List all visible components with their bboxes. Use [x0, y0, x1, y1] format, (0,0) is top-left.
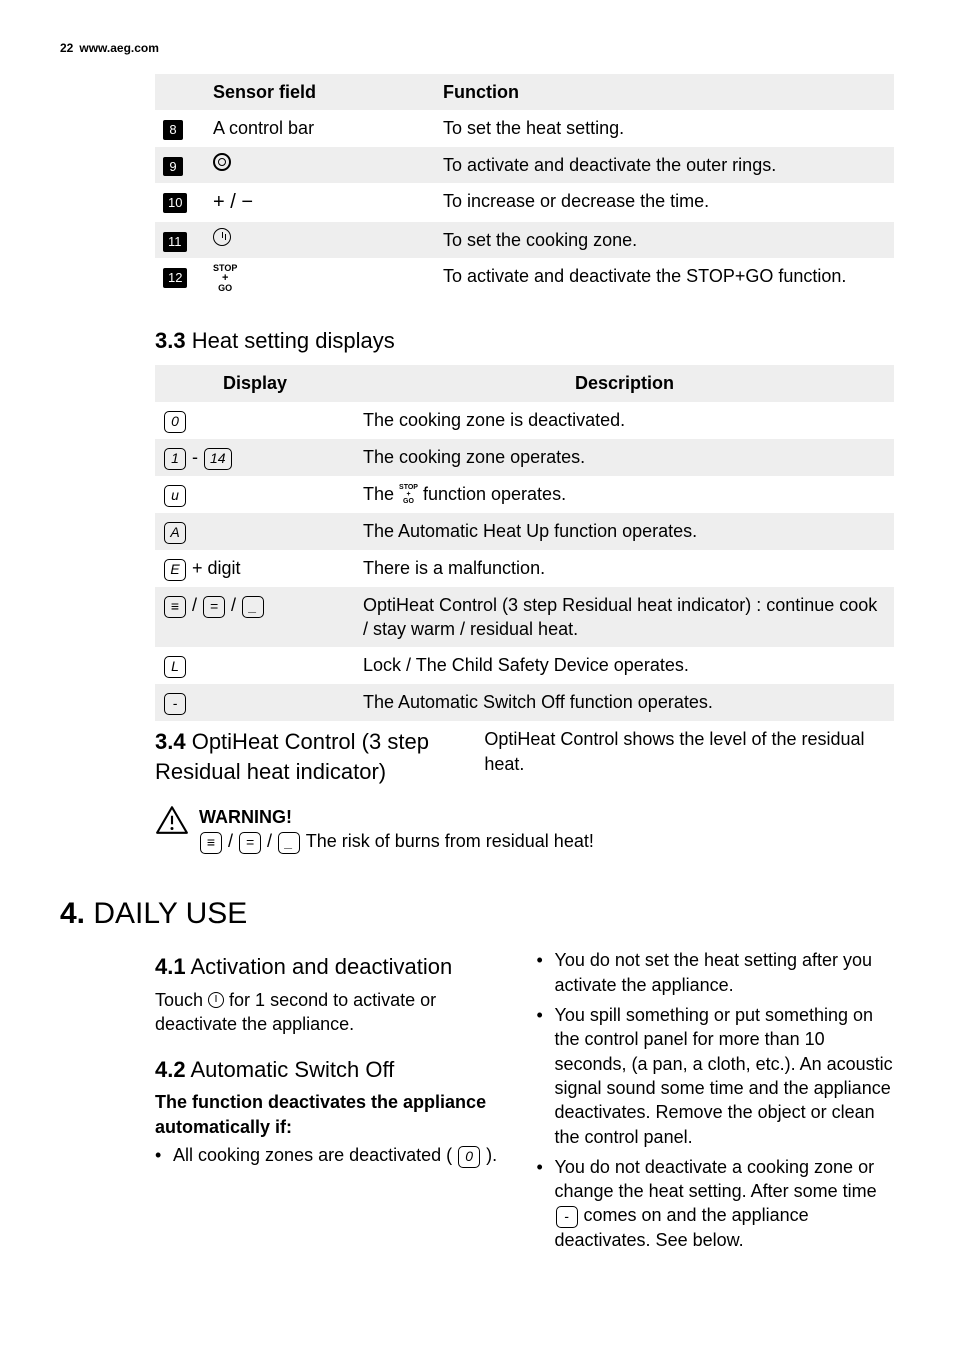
seg-display: 0	[164, 411, 186, 433]
row-number: 12	[163, 268, 187, 288]
seg-display: -	[164, 693, 186, 715]
col-sensor-header: Sensor field	[205, 74, 435, 110]
table-row: 12 STOP+GO To activate and deactivate th…	[155, 258, 894, 303]
bullet-list: All cooking zones are deactivated ( 0 ).	[155, 1143, 513, 1168]
warning-block: WARNING! ≡ / = / _ The risk of burns fro…	[155, 805, 894, 854]
table-row: 8 A control bar To set the heat setting.	[155, 110, 894, 146]
seg-display: =	[239, 832, 261, 854]
function-cell: To activate and deactivate the STOP+GO f…	[435, 258, 894, 303]
site-url: www.aeg.com	[79, 40, 159, 56]
seg-display: ≡	[200, 832, 222, 854]
page-number: 22	[60, 40, 73, 56]
section-3-4-heading: 3.4 OptiHeat Control (3 step Residual he…	[155, 727, 460, 786]
seg-display: 14	[204, 448, 232, 470]
col-function-header: Function	[435, 74, 894, 110]
table-row: - The Automatic Switch Off function oper…	[155, 684, 894, 721]
seg-display: ≡	[164, 596, 186, 618]
stop-go-icon: STOP+GO	[399, 484, 418, 505]
seg-display: 0	[458, 1146, 480, 1168]
page-header: 22 www.aeg.com	[60, 40, 894, 56]
row-number: 10	[163, 193, 187, 213]
table-row: 9 To activate and deactivate the outer r…	[155, 147, 894, 183]
display-table: Display Description 0 The cooking zone i…	[155, 365, 894, 721]
table-row: A The Automatic Heat Up function operate…	[155, 513, 894, 550]
clock-icon	[213, 228, 231, 246]
sensor-cell: + / −	[205, 183, 435, 222]
sensor-cell	[205, 222, 435, 258]
table-row: 1 - 14 The cooking zone operates.	[155, 439, 894, 476]
section-4-1-heading: 4.1 Activation and deactivation	[155, 952, 513, 982]
seg-display: _	[278, 832, 300, 854]
table-row: 10 + / − To increase or decrease the tim…	[155, 183, 894, 222]
desc-cell: The STOP+GO function operates.	[355, 476, 894, 513]
table-row: u The STOP+GO function operates.	[155, 476, 894, 513]
desc-cell: The cooking zone operates.	[355, 439, 894, 476]
sensor-field-table: Sensor field Function 8 A control bar To…	[155, 74, 894, 303]
row-number: 11	[163, 232, 187, 252]
outer-ring-icon	[213, 153, 231, 171]
seg-display: A	[164, 522, 186, 544]
list-item: You do not set the heat setting after yo…	[537, 948, 895, 997]
row-number: 8	[163, 120, 183, 140]
function-cell: To set the cooking zone.	[435, 222, 894, 258]
table-row: E + digit There is a malfunction.	[155, 550, 894, 587]
function-cell: To increase or decrease the time.	[435, 183, 894, 222]
desc-cell: The cooking zone is deactivated.	[355, 402, 894, 439]
chapter-4-heading: 4. DAILY USE	[60, 894, 894, 935]
seg-display: _	[242, 596, 264, 618]
table-row: L Lock / The Child Safety Device operate…	[155, 647, 894, 684]
power-icon	[208, 992, 224, 1008]
desc-cell: Lock / The Child Safety Device operates.	[355, 647, 894, 684]
function-cell: To activate and deactivate the outer rin…	[435, 147, 894, 183]
section-3-3-heading: 3.3 Heat setting displays	[155, 326, 894, 356]
seg-display: =	[203, 596, 225, 618]
section-4-1-body: Touch for 1 second to activate or deacti…	[155, 988, 513, 1037]
desc-cell: There is a malfunction.	[355, 550, 894, 587]
sensor-cell: A control bar	[205, 110, 435, 146]
desc-cell: OptiHeat Control (3 step Residual heat i…	[355, 587, 894, 648]
row-number: 9	[163, 157, 183, 177]
warning-body: ≡ / = / _ The risk of burns from residua…	[199, 829, 894, 854]
col-display-header: Display	[155, 365, 355, 401]
sensor-cell	[205, 147, 435, 183]
seg-display: L	[164, 656, 186, 678]
list-item: All cooking zones are deactivated ( 0 ).	[155, 1143, 513, 1168]
warning-title: WARNING!	[199, 805, 894, 829]
list-item: You spill something or put something on …	[537, 1003, 895, 1149]
table-row: 0 The cooking zone is deactivated.	[155, 402, 894, 439]
table-row: ≡ / = / _ OptiHeat Control (3 step Resid…	[155, 587, 894, 648]
warning-icon	[155, 805, 189, 835]
section-4-2-lead: The function deactivates the appliance a…	[155, 1090, 513, 1139]
section-3-4-text: OptiHeat Control shows the level of the …	[484, 727, 894, 792]
section-4-2-heading: 4.2 Automatic Switch Off	[155, 1055, 513, 1085]
function-cell: To set the heat setting.	[435, 110, 894, 146]
col-description-header: Description	[355, 365, 894, 401]
seg-display: -	[556, 1206, 578, 1228]
seg-display: E	[164, 559, 186, 581]
bullet-list: You do not set the heat setting after yo…	[537, 948, 895, 1252]
table-row: 11 To set the cooking zone.	[155, 222, 894, 258]
seg-display: 1	[164, 448, 186, 470]
desc-cell: The Automatic Switch Off function operat…	[355, 684, 894, 721]
stop-go-icon: STOP+GO	[213, 264, 237, 293]
list-item: You do not deactivate a cooking zone or …	[537, 1155, 895, 1253]
sensor-cell: STOP+GO	[205, 258, 435, 303]
seg-display: u	[164, 485, 186, 507]
desc-cell: The Automatic Heat Up function operates.	[355, 513, 894, 550]
